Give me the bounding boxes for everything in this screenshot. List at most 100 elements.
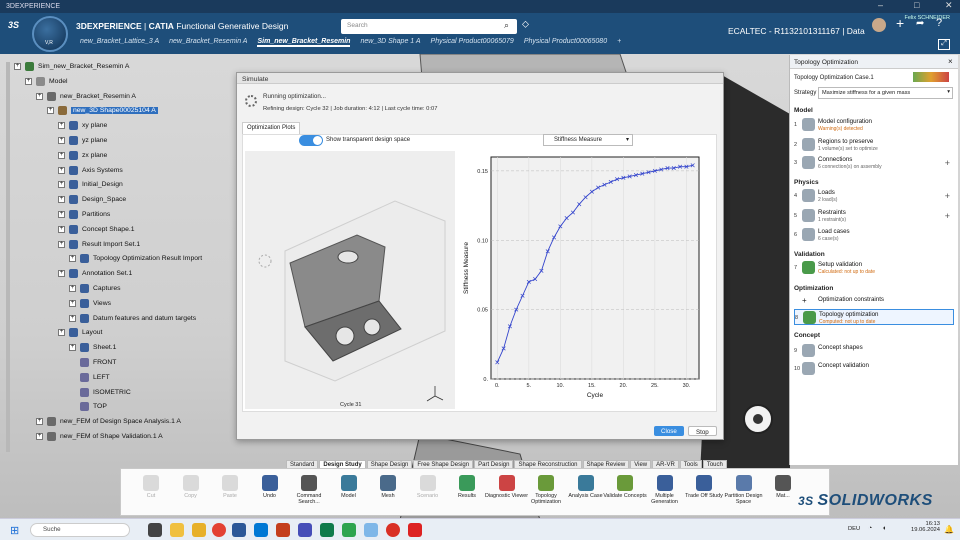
maximize-icon[interactable]: □	[914, 0, 919, 10]
expand-icon[interactable]: +	[58, 270, 65, 278]
transparent-toggle[interactable]	[299, 135, 323, 146]
workflow-item[interactable]: 9 Concept shapes	[794, 343, 954, 359]
tree-node[interactable]: + Sim_new_Bracket_Resemin A	[14, 62, 129, 71]
workflow-item[interactable]: 8 Topology optimization Computed: not up t…	[794, 309, 954, 325]
action-button[interactable]: Partition Design Space	[722, 475, 766, 505]
expand-icon[interactable]: +	[58, 151, 65, 159]
minimize-icon[interactable]: –	[878, 0, 883, 10]
tree-node[interactable]: + Result Import Set.1	[58, 239, 140, 249]
search-icon[interactable]: ⌕	[504, 20, 509, 31]
action-button[interactable]: Paste	[208, 475, 252, 499]
workflow-item[interactable]: 4 Loads 2 load(s) +	[794, 188, 954, 204]
tree-node[interactable]: + new_FEM of Shape Validation.1 A	[36, 432, 163, 441]
word-icon[interactable]	[232, 523, 246, 537]
taskbar-search[interactable]: Suche	[30, 523, 130, 537]
action-button[interactable]: Undo	[248, 475, 292, 499]
clock[interactable]: 16:13 19.06.2024	[908, 521, 940, 533]
close-button[interactable]: Close	[654, 426, 684, 436]
action-button[interactable]: Mesh	[366, 475, 410, 499]
action-button[interactable]: Results	[445, 475, 489, 499]
expand-icon[interactable]: +	[58, 211, 65, 218]
expand-icon[interactable]: +	[58, 329, 65, 337]
document-tab[interactable]: new_3D Shape 1 A	[360, 38, 420, 47]
expand-icon[interactable]: +	[58, 137, 65, 144]
workflow-item[interactable]: 7 Setup validation Calculated: not up to d…	[794, 260, 954, 276]
tree-node[interactable]: + yz plane	[58, 136, 107, 145]
action-button[interactable]: Topology Optimization	[524, 475, 568, 505]
volume-icon[interactable]: ◖	[882, 525, 886, 532]
close-icon[interactable]: ✕	[945, 0, 953, 11]
expand-icon[interactable]: +	[58, 240, 65, 248]
design-preview[interactable]	[245, 151, 455, 409]
action-button[interactable]: Scenario	[406, 475, 450, 499]
action-button[interactable]: Model	[327, 475, 371, 499]
workflow-item[interactable]: 3 Connections 6 connection(s) on assembly +	[794, 155, 954, 171]
expand-icon[interactable]: +	[36, 418, 43, 426]
project-selector[interactable]: ECALTEC - R1132101311167 | Data	[728, 26, 865, 36]
expand-icon[interactable]: +	[58, 181, 65, 189]
action-button[interactable]: Cut	[129, 475, 173, 499]
workflow-item[interactable]: 10 Concept validation	[794, 361, 954, 377]
expand-icon[interactable]: +	[36, 433, 43, 440]
notification-icon[interactable]: 🔔	[944, 525, 954, 534]
expand-icon[interactable]: +	[69, 344, 76, 352]
expand-icon[interactable]: +	[69, 299, 76, 307]
expand-icon[interactable]: +	[14, 63, 21, 70]
avatar[interactable]	[872, 18, 886, 32]
workflow-item[interactable]: 5 Restraints 1 restraint(s) +	[794, 208, 954, 224]
tree-node[interactable]: TOP	[80, 402, 107, 412]
tree-node[interactable]: + Initial_Design	[58, 180, 123, 190]
tree-node[interactable]: + zx plane	[58, 150, 107, 160]
3dexperience-taskbar-icon[interactable]	[408, 523, 422, 537]
share-icon[interactable]: ➦	[916, 18, 924, 29]
fullscreen-icon[interactable]: ⤢	[938, 39, 950, 50]
measure-select[interactable]: Stiffness Measure ▾	[543, 134, 633, 146]
strategy-select[interactable]: Maximize stiffness for a given mass ▾	[818, 87, 953, 99]
chrome-icon[interactable]	[212, 523, 226, 537]
add-icon[interactable]: +	[945, 191, 950, 201]
tag-icon[interactable]: ⬦	[522, 19, 529, 30]
outlook-icon[interactable]	[254, 523, 268, 537]
tree-scrollbar[interactable]	[6, 62, 10, 452]
expand-icon[interactable]: +	[25, 77, 32, 85]
tree-node[interactable]: + Partitions	[58, 210, 110, 219]
weather-icon[interactable]	[170, 523, 184, 537]
expand-icon[interactable]: +	[58, 166, 65, 174]
add-tab-icon[interactable]: +	[617, 38, 621, 47]
expand-icon[interactable]: +	[58, 196, 65, 204]
expand-icon[interactable]: +	[58, 225, 65, 233]
expand-icon[interactable]: +	[69, 314, 76, 322]
action-button[interactable]: Diagnostic Viewer	[485, 475, 529, 499]
document-tab[interactable]: Physical Product00065079	[431, 38, 514, 47]
ds-logo-icon[interactable]: 3S	[8, 20, 28, 34]
tree-node[interactable]: + xy plane	[58, 121, 107, 131]
tree-node[interactable]: + Views	[69, 298, 111, 308]
workflow-item[interactable]: 2 Regions to preserve 1 volume(s) set to o…	[794, 137, 954, 153]
tree-node[interactable]: + new_3D Shape00025104 A	[47, 106, 158, 116]
taskview-icon[interactable]	[148, 523, 162, 537]
tree-node[interactable]: + Annotation Set.1	[58, 269, 132, 279]
tree-node[interactable]: + Axis Systems	[58, 165, 123, 175]
tree-node[interactable]: + Topology Optimization Result Import	[69, 254, 202, 264]
file-explorer-icon[interactable]	[192, 523, 206, 537]
action-button[interactable]: Copy	[169, 475, 213, 499]
teams-icon[interactable]	[298, 523, 312, 537]
workflow-item[interactable]: 6 Load cases 6 case(s)	[794, 227, 954, 243]
wifi-icon[interactable]: ◔	[868, 525, 872, 532]
tree-node[interactable]: + Model	[25, 76, 68, 86]
help-icon[interactable]: ?	[936, 17, 942, 29]
tree-node[interactable]: + new_Bracket_Resemin A	[36, 91, 136, 101]
tree-node[interactable]: + Design_Space	[58, 195, 126, 205]
expand-icon[interactable]: +	[36, 92, 43, 100]
dialog-titlebar[interactable]	[237, 73, 723, 84]
document-tab[interactable]: new_Bracket_Resemin A	[169, 38, 247, 47]
document-tab[interactable]: new_Bracket_Lattice_3 A	[80, 38, 159, 47]
action-button[interactable]: Multiple Generation	[643, 475, 687, 505]
expand-icon[interactable]: +	[69, 285, 76, 292]
tree-node[interactable]: + Datum features and datum targets	[69, 313, 196, 323]
add-icon[interactable]: +	[896, 15, 904, 31]
add-icon[interactable]: +	[945, 158, 950, 168]
tree-node[interactable]: + Layout	[58, 328, 102, 338]
panel-close-icon[interactable]: ×	[948, 57, 953, 66]
document-tab[interactable]: Physical Product00065080	[524, 38, 607, 47]
